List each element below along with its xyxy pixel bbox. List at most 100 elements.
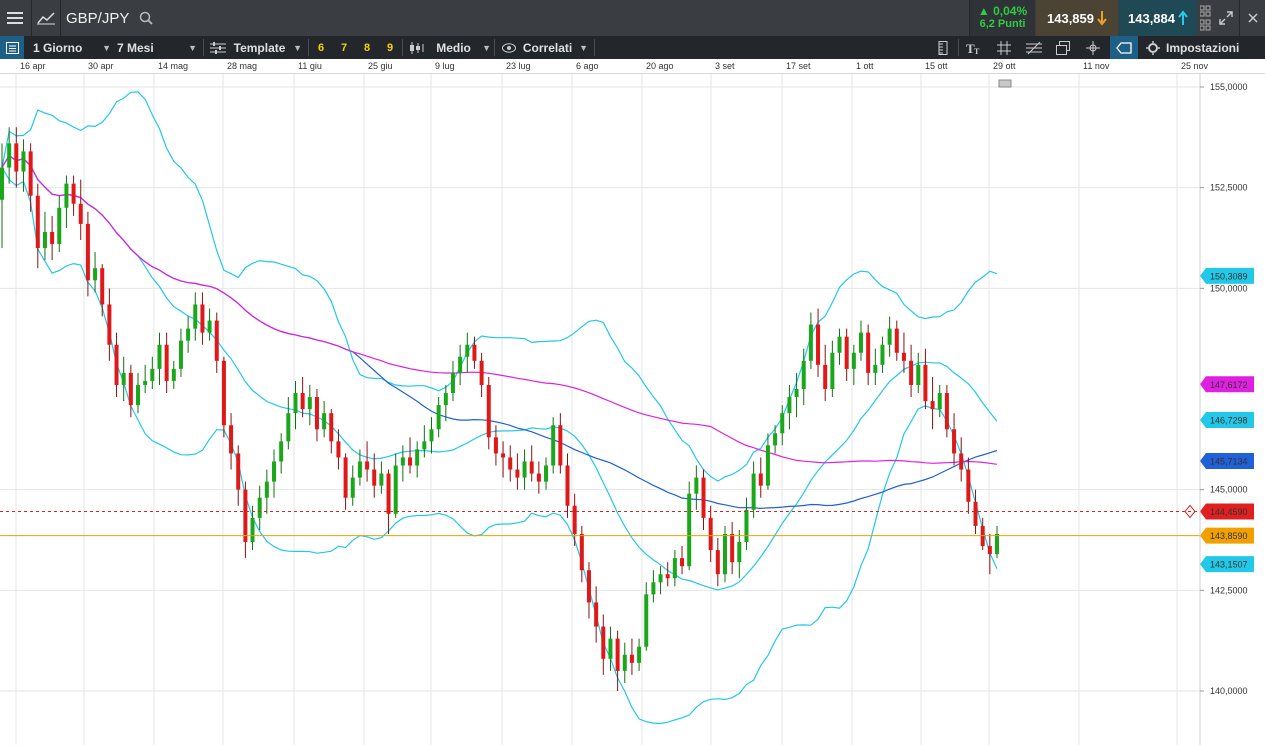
correlated-dropdown[interactable]: Correlati ▼ <box>502 36 588 59</box>
symbol-title[interactable]: GBP/JPY <box>66 0 136 36</box>
arrow-up-icon <box>1178 10 1188 25</box>
candle-body <box>551 425 556 466</box>
candle-body <box>966 469 971 502</box>
hash-grid-icon <box>997 40 1011 55</box>
candle-body <box>651 582 656 595</box>
list-icon <box>5 41 19 54</box>
expand-button[interactable] <box>1214 0 1238 36</box>
candle-body <box>887 328 892 345</box>
chevron-down-icon: ▼ <box>579 42 588 53</box>
sell-price-button[interactable]: 143,859 <box>1036 0 1118 36</box>
indicators-button[interactable] <box>935 36 949 59</box>
preset-9[interactable]: 9 <box>387 36 393 59</box>
fibonacci-icon <box>1026 41 1042 54</box>
candle-body <box>751 473 756 510</box>
close-button[interactable] <box>1240 0 1265 36</box>
interval-value: 1 Giorno <box>33 40 83 55</box>
candle-body <box>780 413 785 434</box>
drawing-tool-button[interactable] <box>1026 36 1042 59</box>
text-tool-button[interactable]: TT <box>966 36 982 59</box>
candle-body <box>873 364 878 373</box>
candle-body <box>164 344 169 381</box>
close-icon <box>1247 13 1258 23</box>
date-label: 16 apr <box>20 61 46 71</box>
correlated-label: Correlati <box>522 40 573 55</box>
candle-body <box>479 360 484 385</box>
candle-body <box>472 344 477 361</box>
candle-body <box>28 151 33 196</box>
candle-body <box>293 393 298 414</box>
candle-body <box>393 465 398 514</box>
menu-button[interactable] <box>0 0 30 36</box>
price-chart[interactable]: 150,3089 147,6172 146,7298 145,7134 144,4590… <box>0 74 1265 745</box>
candle-body <box>730 533 735 563</box>
current-date-marker <box>998 79 1012 88</box>
candle-style-icon <box>410 41 424 54</box>
candle-body <box>644 594 649 647</box>
preset-6[interactable]: 6 <box>318 36 324 59</box>
label-tool-button[interactable] <box>1110 36 1138 59</box>
search-icon[interactable] <box>136 0 156 36</box>
candle-body <box>687 493 692 567</box>
candle-body <box>279 441 284 462</box>
layers-icon <box>1056 40 1070 55</box>
candle-body <box>0 167 4 200</box>
candle-body <box>486 384 491 438</box>
candle-body <box>758 473 763 486</box>
layout-grid-button[interactable] <box>1198 0 1214 36</box>
candle-body <box>586 570 591 603</box>
preset-7[interactable]: 7 <box>341 36 347 59</box>
candle-body <box>894 328 899 353</box>
candle-body <box>307 397 312 410</box>
candle-body <box>450 372 455 394</box>
candle-body <box>680 558 685 567</box>
candle-body <box>529 461 534 474</box>
layers-button[interactable] <box>1056 36 1070 59</box>
grid-tool-button[interactable] <box>997 36 1011 59</box>
interval-dropdown[interactable]: 1 Giorno ▼ <box>33 36 111 59</box>
settings-button[interactable]: Impostazioni <box>1146 36 1239 59</box>
date-label: 11 nov <box>1083 61 1110 71</box>
candle-body <box>14 143 19 172</box>
candle-body <box>42 231 47 249</box>
candle-body <box>665 574 670 579</box>
candle-body <box>21 151 26 172</box>
candle-body <box>594 602 599 627</box>
crosshair-button[interactable] <box>1086 36 1100 59</box>
preset-8[interactable]: 8 <box>364 36 370 59</box>
style-dropdown[interactable]: Medio ▼ <box>409 36 491 59</box>
candle-body <box>207 320 212 333</box>
candle-body <box>100 268 105 305</box>
candle-body <box>629 654 634 663</box>
candle-body <box>136 384 141 406</box>
candle-body <box>959 453 964 470</box>
line-chart-icon <box>37 12 55 25</box>
candle-body <box>386 473 391 514</box>
chevron-down-icon: ▼ <box>482 42 491 53</box>
candle-body <box>923 364 928 402</box>
date-label: 9 lug <box>435 61 455 71</box>
candle-body <box>508 457 513 470</box>
buy-price-button[interactable]: 143,884 <box>1119 0 1197 36</box>
candle-body <box>844 336 849 369</box>
candle-body <box>250 517 255 543</box>
candle-body <box>157 344 162 369</box>
candle-body <box>952 429 957 454</box>
candle-body <box>880 344 885 365</box>
chart-type-button[interactable] <box>32 0 60 36</box>
candle-body <box>851 352 856 369</box>
candle-body <box>637 646 642 663</box>
sell-price: 143,859 <box>1047 10 1094 26</box>
price-label-text: 144,4590 <box>1210 507 1248 517</box>
candle-body <box>773 433 778 446</box>
candle-body <box>801 360 806 389</box>
candle-body <box>901 352 906 361</box>
candle-body <box>715 550 720 575</box>
range-dropdown[interactable]: 7 Mesi ▼ <box>117 36 197 59</box>
candle-body <box>186 328 191 341</box>
crosshair-icon <box>1086 40 1100 55</box>
candle-body <box>787 397 792 414</box>
template-dropdown[interactable]: Template ▼ <box>210 36 302 59</box>
list-button[interactable] <box>0 36 24 59</box>
candle-body <box>866 332 871 373</box>
